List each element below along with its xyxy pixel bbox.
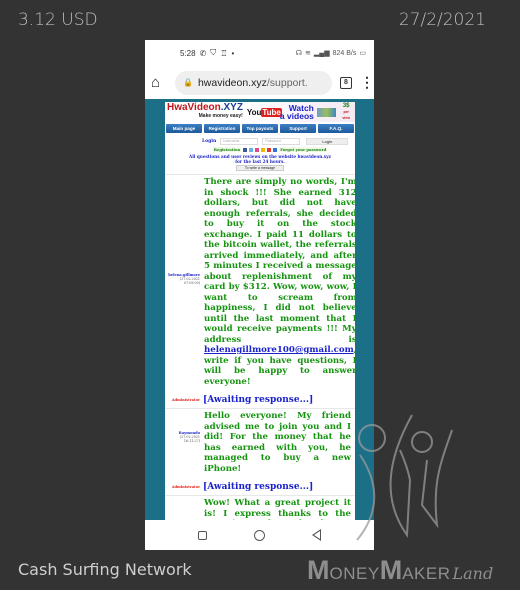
login-button[interactable]: Login: [306, 138, 349, 145]
review-author: helena.gillmore (27.02.2021 07:09:00): [165, 175, 203, 391]
screenshot-frame: 3.12 USD 27/2/2021 5:28 ✆ ⛉ ♖ • ☊ ≋ ▂▄▆ …: [0, 0, 520, 590]
login-form: Login Username Password Login: [165, 135, 355, 146]
video-thumbnails: [316, 107, 337, 117]
price-badge: 3$ per view: [339, 103, 353, 121]
registration-row: Registration Forgot your password: [165, 146, 355, 153]
headset-icon: ☊: [295, 50, 303, 57]
reply-text: [Awaiting response...]: [203, 481, 314, 492]
url-host: hwavideon.xyz: [197, 76, 267, 89]
password-field[interactable]: Password: [262, 138, 301, 145]
address-bar[interactable]: 🔒 hwavideon.xyz /support.: [175, 70, 332, 95]
web-page: HwaVideon.XYZ Make money easy! YouTube W…: [145, 99, 374, 520]
phone-screen: 5:28 ✆ ⛉ ♖ • ☊ ≋ ▂▄▆ 824 B/s ▭ ⌂ 🔒 hwavi…: [145, 40, 374, 550]
forgot-password-link[interactable]: Forgot your password: [279, 147, 328, 152]
review-text-before: Wow! What a great project it is! I expre…: [204, 498, 351, 520]
watch-videos-ad: Watch a videos: [279, 104, 314, 121]
browser-toolbar: ⌂ 🔒 hwavideon.xyz /support. 8 ⋮: [145, 66, 374, 99]
brand-logo: M ONEY M AKER Land: [307, 555, 493, 586]
logo-slogan: Make money easy!: [198, 113, 243, 119]
tabs-count-button[interactable]: 8: [340, 76, 352, 89]
status-bar: 5:28 ✆ ⛉ ♖ • ☊ ≋ ▂▄▆ 824 B/s ▭: [145, 40, 374, 66]
review-item: Raymondo (27.02.2021 16:11:27) Hello eve…: [165, 408, 355, 478]
instagram-icon[interactable]: [255, 147, 260, 152]
youtube-logo: YouTube: [246, 107, 282, 117]
signal-icon: ▂▄▆: [313, 50, 330, 57]
site-container: HwaVideon.XYZ Make money easy! YouTube W…: [165, 102, 357, 520]
review-author: Viorica889: [165, 496, 203, 520]
nav-faq[interactable]: F.A.Q.: [318, 124, 354, 133]
battery-icon: ▭: [359, 50, 366, 57]
shirt-icon: ♖: [220, 48, 228, 58]
review-text: Hello everyone! My friend advised me to …: [203, 409, 355, 478]
username-field[interactable]: Username: [220, 138, 259, 145]
review-item: helena.gillmore (27.02.2021 07:09:00) Th…: [165, 174, 357, 391]
site-banner: HwaVideon.XYZ Make money easy! YouTube W…: [165, 102, 355, 122]
caption: Cash Surfing Network: [18, 560, 192, 579]
brand-oney: ONEY: [329, 564, 380, 583]
home-icon[interactable]: ⌂: [151, 74, 167, 91]
brand-m2: M: [379, 555, 403, 585]
admin-reply: Administrator [Awaiting response...]: [165, 391, 355, 408]
review-author: Raymondo (27.02.2021 16:11:27): [165, 409, 203, 478]
review-time: 07:09:00): [183, 281, 200, 285]
registration-link[interactable]: Registration: [212, 147, 242, 152]
nav-support[interactable]: Support: [280, 124, 316, 133]
clock: 5:28: [180, 48, 196, 58]
site-logo[interactable]: HwaVideon.XYZ Make money easy!: [167, 103, 247, 121]
wifi-icon: ≋: [305, 50, 311, 57]
youtube-you: You: [246, 107, 262, 117]
home-button[interactable]: [253, 529, 265, 541]
price-unit: per view: [342, 110, 350, 120]
review-time: 16:11:27): [183, 439, 200, 443]
email-link[interactable]: helenagillmore100@gmail.com: [204, 345, 354, 355]
screenshot-date: 27/2/2021: [398, 10, 486, 30]
review-text-before: There are simply no words, I'm in shock …: [204, 177, 357, 345]
notice-line-2: for the last 24 hours.: [235, 159, 285, 164]
review-text: There are simply no words, I'm in shock …: [203, 175, 361, 391]
reply-author: Administrator: [171, 484, 200, 489]
earnings-amount: 3.12 USD: [18, 10, 98, 30]
brand-land: Land: [452, 564, 494, 583]
google-icon[interactable]: [267, 147, 272, 152]
url-path: /support.: [266, 76, 308, 89]
site-nav: Main page Registration Top payouts Suppo…: [165, 122, 355, 135]
android-nav-bar: [145, 520, 374, 550]
facebook-icon[interactable]: [243, 147, 248, 152]
review-text: Wow! What a great project it is! I expre…: [203, 496, 355, 520]
dot-icon: •: [231, 48, 235, 58]
shield-icon: ⛉: [210, 48, 217, 57]
whatsapp-icon: ✆: [199, 48, 207, 58]
admin-reply: Administrator [Awaiting response...]: [165, 478, 355, 495]
recent-apps-button[interactable]: [198, 530, 208, 540]
lock-icon: 🔒: [183, 78, 193, 87]
review-item: Viorica889 Wow! What a great project it …: [165, 495, 355, 520]
twitter-icon[interactable]: [249, 147, 254, 152]
social-icon[interactable]: [261, 147, 266, 152]
nav-top-payouts[interactable]: Top payouts: [242, 124, 278, 133]
nav-registration[interactable]: Registration: [204, 124, 240, 133]
reply-text: [Awaiting response...]: [203, 394, 314, 405]
net-speed: 824 B/s: [332, 49, 357, 57]
login-label: Login: [202, 139, 217, 144]
review-text-before: Hello everyone! My friend advised me to …: [204, 411, 351, 474]
nav-main-page[interactable]: Main page: [166, 124, 202, 133]
more-menu-icon[interactable]: ⋮: [360, 74, 374, 91]
reviews-notice: All questions and user reviews on the we…: [165, 153, 355, 164]
videos-text: a videos: [279, 111, 314, 121]
reply-author: Administrator: [171, 397, 200, 402]
back-button[interactable]: [311, 529, 321, 541]
brand-m1: M: [307, 555, 330, 585]
brand-aker: AKER: [402, 564, 451, 583]
write-message-button[interactable]: To write a message: [236, 165, 284, 171]
vk-icon[interactable]: [273, 147, 278, 152]
